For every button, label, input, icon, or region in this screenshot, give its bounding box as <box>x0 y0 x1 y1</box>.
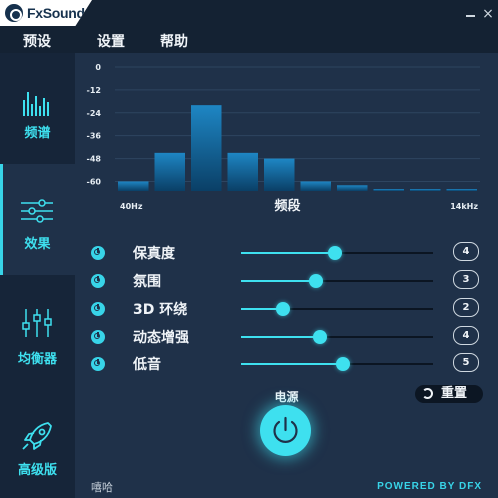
value-badge: 5 <box>453 353 479 372</box>
minimize-button[interactable] <box>466 15 475 17</box>
spectrum-axis-title: 频段 <box>274 198 300 214</box>
effect-label: 低音 <box>133 357 161 373</box>
sliders-icon <box>21 199 53 223</box>
sidebar-item-spectrum[interactable]: 频谱 <box>0 53 75 164</box>
power-toggle-icon[interactable] <box>91 246 105 260</box>
spectrum-bar <box>300 181 331 191</box>
sidebar: 频谱 效果 均衡器 高级版 <box>0 53 75 498</box>
value-badge: 4 <box>453 326 479 345</box>
surround-slider[interactable] <box>241 302 433 316</box>
effect-label: 3D 环绕 <box>133 302 188 318</box>
equalizer-icon <box>22 309 52 337</box>
slider-fill <box>241 336 320 338</box>
menu-presets[interactable]: 预设 <box>23 31 51 51</box>
y-tick-label: -24 <box>87 109 102 118</box>
spectrum-bar <box>410 189 441 191</box>
spectrum-bar <box>191 105 222 191</box>
slider-thumb[interactable] <box>308 274 323 288</box>
spectrum-chart: 0 -12 -24 -36 -48 -60 40Hz 14kHz 频段 <box>87 63 480 214</box>
y-tick-label: 0 <box>95 63 101 72</box>
sidebar-item-label: 频谱 <box>24 126 51 141</box>
effect-row-fidelity: 保真度 4 <box>75 241 498 265</box>
menu-help[interactable]: 帮助 <box>160 31 188 51</box>
effect-label: 氛围 <box>133 274 161 290</box>
effect-label: 动态增强 <box>133 330 189 346</box>
power-button[interactable] <box>260 405 311 456</box>
close-button[interactable]: × <box>482 7 494 21</box>
slider-fill <box>241 280 316 282</box>
spectrum-bar <box>373 189 404 191</box>
power-toggle-icon[interactable] <box>91 357 105 371</box>
power-label: 电源 <box>274 390 299 404</box>
title-bar: FxSound × <box>0 0 498 26</box>
sidebar-item-label: 高级版 <box>17 463 57 478</box>
app-logo: FxSound <box>0 0 92 26</box>
x-end-label: 14kHz <box>450 202 478 211</box>
value-badge: 3 <box>453 270 479 289</box>
menu-bar: 预设 设置 帮助 <box>0 26 498 53</box>
ambience-slider[interactable] <box>241 274 433 288</box>
effect-row-dynamic-boost: 动态增强 4 <box>75 325 498 349</box>
sidebar-item-label: 均衡器 <box>17 352 57 367</box>
spectrum-bar <box>154 152 185 191</box>
sidebar-item-effects[interactable]: 效果 <box>0 164 75 275</box>
fidelity-slider[interactable] <box>241 246 433 260</box>
fxsound-logo-icon <box>5 4 23 22</box>
power-toggle-icon[interactable] <box>91 330 105 344</box>
sidebar-item-label: 效果 <box>24 237 51 252</box>
bass-slider[interactable] <box>241 357 433 371</box>
current-preset: 嘻哈 <box>91 481 113 494</box>
slider-thumb[interactable] <box>312 330 327 344</box>
effect-row-bass: 低音 5 <box>75 352 498 376</box>
value-badge: 4 <box>453 242 479 261</box>
effect-row-surround: 3D 环绕 2 <box>75 297 498 321</box>
app-name: FxSound <box>27 5 85 21</box>
slider-thumb[interactable] <box>335 357 350 371</box>
effect-row-ambience: 氛围 3 <box>75 269 498 293</box>
x-start-label: 40Hz <box>120 202 143 211</box>
spectrum-bar <box>446 189 477 191</box>
sidebar-item-premium[interactable]: 高级版 <box>0 386 75 497</box>
sidebar-item-equalizer[interactable]: 均衡器 <box>0 275 75 386</box>
slider-fill <box>241 252 336 254</box>
spectrum-bar <box>227 152 258 191</box>
spectrum-icon <box>23 92 49 116</box>
spectrum-bar <box>337 185 368 191</box>
rocket-icon <box>22 422 52 450</box>
menu-settings[interactable]: 设置 <box>97 31 125 51</box>
slider-fill <box>241 363 343 365</box>
spectrum-bar <box>264 158 295 191</box>
y-tick-label: -48 <box>87 155 102 164</box>
y-tick-label: -36 <box>87 132 102 141</box>
powered-by: POWERED BY DFX <box>377 481 482 492</box>
effect-label: 保真度 <box>133 246 175 262</box>
value-badge: 2 <box>453 298 479 317</box>
power-toggle-icon[interactable] <box>91 302 105 316</box>
main-panel: 0 -12 -24 -36 -48 -60 40Hz 14kHz 频段 保真度 4 氛围 3 3… <box>75 53 498 498</box>
slider-thumb[interactable] <box>328 246 343 260</box>
slider-thumb[interactable] <box>276 302 291 316</box>
spectrum-bar <box>118 181 149 191</box>
power-icon <box>273 416 298 443</box>
power-toggle-icon[interactable] <box>91 274 105 288</box>
y-tick-label: -60 <box>87 177 102 186</box>
dynamic-boost-slider[interactable] <box>241 330 433 344</box>
y-tick-label: -12 <box>87 86 101 95</box>
